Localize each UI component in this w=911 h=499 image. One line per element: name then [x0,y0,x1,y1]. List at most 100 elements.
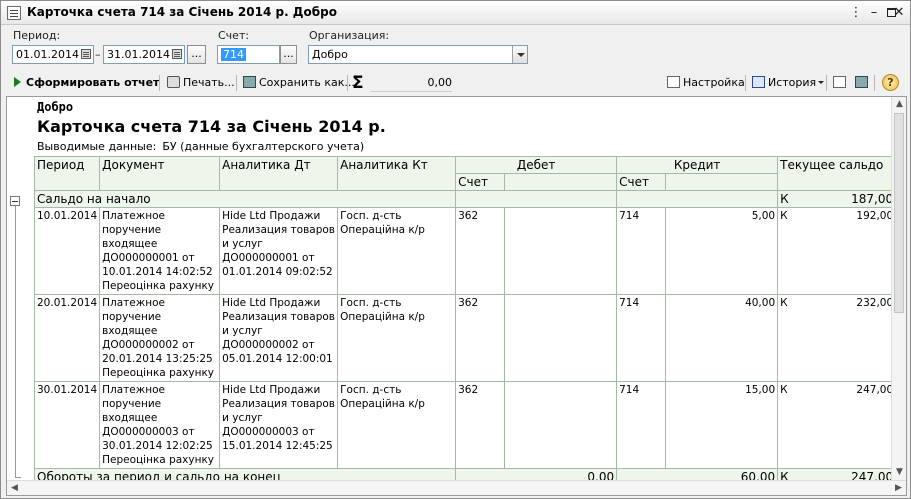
period-label: Период: [13,29,61,42]
report-window: Карточка счета 714 за Січень 2014 р. Доб… [0,0,911,499]
menu-dots-icon[interactable]: ⋮ [847,4,865,21]
row-date: 30.01.2014 [33,381,101,469]
settings-label: Настройка [683,76,745,89]
row-debit-sum [504,207,618,295]
maximize-button[interactable] [869,4,896,21]
table-row[interactable]: 20.01.2014 Платежное поручение входящее … [33,294,897,382]
calendar-icon[interactable] [81,49,91,59]
floppy-disk-icon [243,76,256,88]
account-label: Счет: [218,29,250,42]
row-credit-account: 714 [616,294,667,382]
scroll-left-icon[interactable]: ◀ [7,481,22,495]
organization-label: Организация: [309,29,390,42]
document-icon [7,6,21,20]
title-bar: Карточка счета 714 за Січень 2014 р. Доб… [1,1,910,25]
history-button[interactable]: История [752,74,825,92]
group-line-end [15,477,21,478]
opening-balance-row[interactable]: Сальдо на начало К 187,00 [33,190,897,208]
row-analytics-kt: Госп. д-сть Операційна к/р [337,207,457,295]
help-icon[interactable]: ? [882,74,899,91]
toolbar-divider [159,75,160,91]
group-line [15,205,16,477]
row-debit-sum [504,294,618,382]
row-date: 20.01.2014 [33,294,101,382]
list-icon [752,76,765,88]
collapse-group-icon[interactable] [10,196,20,206]
date-from-field[interactable]: 01.01.2014 [12,45,94,64]
account-value: 714 [221,48,246,61]
column-header-analytics-dt: Аналитика Дт [219,156,339,191]
account-field[interactable]: 714 [217,45,280,64]
date-from-value: 01.01.2014 [16,48,79,61]
grouping-gutter [7,97,35,495]
report-organization: Добро [37,100,74,114]
chevron-down-icon[interactable] [512,46,527,63]
toolbar-divider [745,75,746,91]
organization-combo[interactable]: Добро [308,45,528,64]
row-analytics-kt: Госп. д-сть Операційна к/р [337,381,457,469]
toolbar-divider [236,75,237,91]
row-balance-side: К [777,381,791,469]
row-balance: 192,00 [790,207,897,295]
row-analytics-dt[interactable]: Hide Ltd Продажи Реализация товаров и ус… [219,294,339,382]
row-analytics-dt[interactable]: Hide Ltd Продажи Реализация товаров и ус… [219,381,339,469]
row-balance: 247,00 [790,381,897,469]
table-row[interactable]: 30.01.2014 Платежное поручение входящее … [33,381,897,469]
table-row[interactable]: 10.01.2014 Платежное поручение входящее … [33,207,897,295]
save-settings-button[interactable] [855,74,871,92]
scroll-up-icon[interactable]: ▲ [892,97,906,112]
scroll-down-icon[interactable]: ▼ [892,465,906,480]
toolbar-divider [826,75,827,91]
report-spreadsheet[interactable]: Добро Карточка счета 714 за Січень 2014 … [6,96,907,496]
save-as-label: Сохранить как... [259,76,355,89]
cell [455,190,618,208]
vertical-scrollbar[interactable]: ▲ ▼ [891,97,906,480]
column-header-credit: Кредит [616,156,779,174]
history-label: История [768,76,817,89]
column-header-balance: Текущее сальдо [777,156,897,191]
row-credit-account: 714 [616,207,667,295]
settings-button[interactable]: Настройка [667,74,745,92]
toolbar-divider [347,75,348,91]
sigma-icon[interactable]: Σ [352,74,364,92]
vertical-scroll-thumb[interactable] [894,113,904,313]
row-debit-account: 362 [455,381,506,469]
cell [616,190,779,208]
opening-balance-side: К [777,190,791,208]
row-analytics-kt: Госп. д-сть Операційна к/р [337,294,457,382]
report-data-info: Выводимые данные: БУ (данные бухгалтерско… [37,140,364,153]
generate-report-button[interactable]: Сформировать отчет [14,74,159,92]
horizontal-scrollbar[interactable]: ◀ ▶ [7,480,906,495]
export-button[interactable] [833,74,849,92]
row-balance: 232,00 [790,294,897,382]
row-analytics-dt[interactable]: Hide Ltd Продажи Реализация товаров и ус… [219,207,339,295]
print-button[interactable]: Печать... [167,74,235,92]
account-select-button[interactable]: ... [280,45,297,64]
row-document[interactable]: Платежное поручение входящее ДО000000002… [99,294,221,382]
data-value: БУ (данные бухгалтерского учета) [162,140,365,153]
scroll-right-icon[interactable]: ▶ [891,481,906,495]
row-document[interactable]: Платежное поручение входящее ДО000000001… [99,207,221,295]
row-credit-sum: 5,00 [665,207,779,295]
report-table: Период Документ Аналитика Дт Аналитика К… [33,156,897,486]
printer-icon [167,76,180,88]
row-date: 10.01.2014 [33,207,101,295]
date-to-field[interactable]: 31.01.2014 [103,45,185,64]
play-icon [14,77,21,87]
row-balance-side: К [777,207,791,295]
column-header-debit-sum [504,173,618,191]
data-label: Выводимые данные: [37,140,157,153]
window-title: Карточка счета 714 за Січень 2014 р. Доб… [27,5,337,19]
close-button[interactable]: ✕ [890,4,908,21]
opening-balance-amount: 187,00 [790,190,897,208]
period-select-button[interactable]: ... [187,45,206,64]
row-credit-sum: 15,00 [665,381,779,469]
column-header-analytics-kt: Аналитика Кт [337,156,457,191]
row-debit-account: 362 [455,207,506,295]
save-as-button[interactable]: Сохранить как... [243,74,355,92]
date-to-value: 31.01.2014 [107,48,170,61]
row-document[interactable]: Платежное поручение входящее ДО000000003… [99,381,221,469]
generate-report-label: Сформировать отчет [26,76,160,89]
calendar-icon[interactable] [172,49,182,59]
dropdown-arrow-icon [818,81,825,84]
